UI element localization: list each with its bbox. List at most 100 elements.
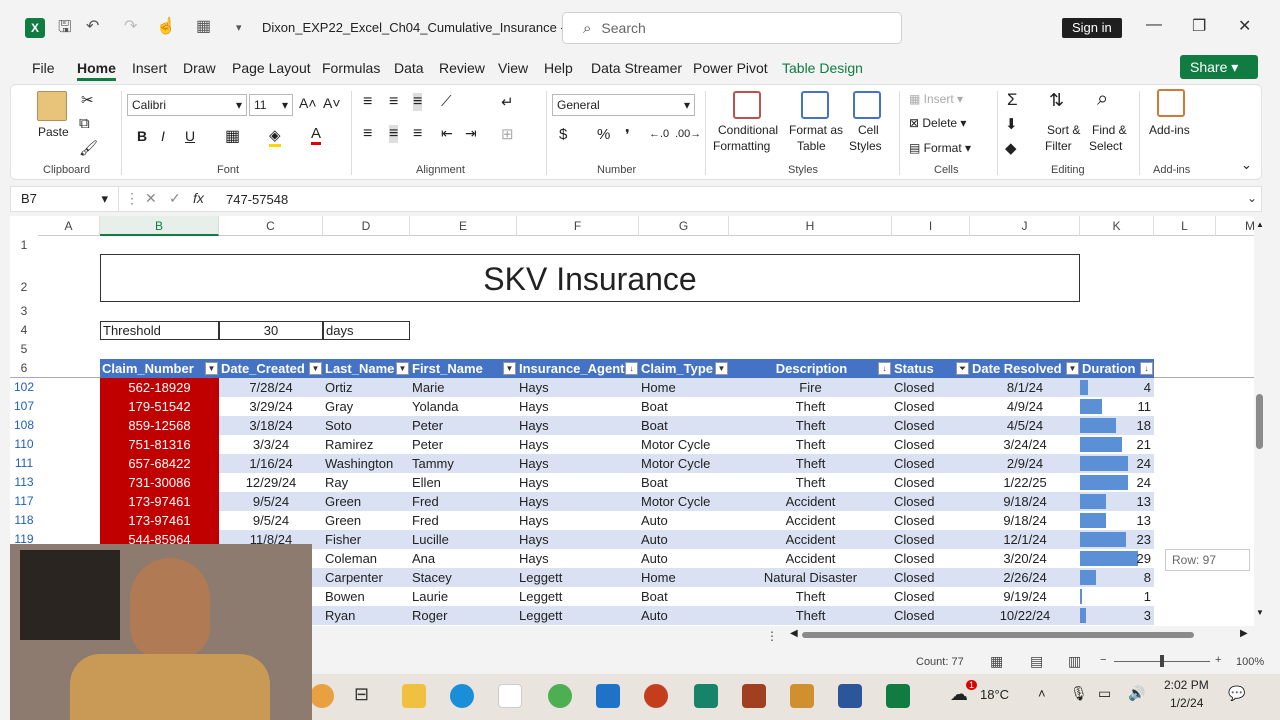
column-header-h[interactable]: H [729, 216, 892, 236]
align-middle-icon[interactable]: ≡ [389, 93, 398, 111]
cell-type[interactable]: Boat [639, 473, 729, 492]
cell-date[interactable]: 9/5/24 [219, 511, 323, 530]
copy-icon[interactable]: ⧉ [79, 115, 90, 132]
decrease-font-icon[interactable]: A˅ [323, 95, 341, 111]
store-icon[interactable] [498, 684, 522, 708]
row-header-5[interactable]: 5 [10, 340, 38, 359]
decrease-decimal-icon[interactable]: .00→ [675, 128, 701, 140]
share-button[interactable]: Share ▾ [1180, 55, 1258, 79]
zoom-slider-thumb[interactable] [1160, 655, 1164, 667]
increase-decimal-icon[interactable]: ←.0 [649, 128, 669, 140]
column-header-i[interactable]: I [892, 216, 970, 236]
delete-cells-button[interactable]: ⊠ Delete ▾ [909, 116, 966, 130]
sort-ascending-icon[interactable]: ↓ [878, 362, 891, 375]
tab-table-design[interactable]: Table Design [782, 60, 863, 76]
cell-agent[interactable]: Leggett [517, 568, 639, 587]
cell-type[interactable]: Auto [639, 606, 729, 625]
tab-insert[interactable]: Insert [132, 60, 167, 76]
header-claim-number[interactable]: Claim_Number ▼ [100, 359, 219, 378]
cell-first[interactable]: Peter [410, 435, 517, 454]
cell-desc[interactable]: Accident [729, 530, 892, 549]
cell-date[interactable]: 7/28/24 [219, 378, 323, 397]
tab-review[interactable]: Review [439, 60, 485, 76]
cell-type[interactable]: Auto [639, 530, 729, 549]
cell-resolved[interactable]: 3/24/24 [970, 435, 1080, 454]
cell-desc[interactable]: Theft [729, 416, 892, 435]
collapse-ribbon-icon[interactable]: ⌄ [1241, 157, 1252, 173]
cell-claim[interactable]: 859-12568 [100, 416, 219, 435]
notification-icon[interactable]: 💬 [1228, 685, 1245, 702]
cell-desc[interactable]: Natural Disaster [729, 568, 892, 587]
conditional-formatting-label-2[interactable]: Formatting [713, 139, 770, 153]
cell-first[interactable]: Stacey [410, 568, 517, 587]
borders-icon[interactable]: ▦ [225, 126, 240, 146]
tab-home[interactable]: Home [77, 60, 116, 81]
header-last-name[interactable]: Last_Name ▼ [323, 359, 410, 378]
font-color-icon[interactable]: A [311, 125, 322, 145]
column-header-g[interactable]: G [639, 216, 729, 236]
sheet-options-icon[interactable]: ⋮ [766, 629, 778, 643]
cell-claim[interactable]: 562-18929 [100, 378, 219, 397]
cell-type[interactable]: Motor Cycle [639, 492, 729, 511]
row-header[interactable]: 113 [10, 473, 38, 492]
cell-duration[interactable]: 3 [1080, 606, 1154, 625]
merge-center-icon[interactable]: ⊞ [501, 125, 514, 143]
search-box[interactable]: ⌕ Search [562, 12, 902, 44]
cell-status[interactable]: Closed [892, 435, 970, 454]
vertical-scroll-thumb[interactable] [1256, 394, 1263, 449]
cell-desc[interactable]: Theft [729, 606, 892, 625]
bold-icon[interactable]: B [137, 128, 147, 144]
restore-icon[interactable]: ❐ [1192, 16, 1206, 36]
format-cells-button[interactable]: ▤ Format ▾ [909, 141, 971, 155]
cell-last[interactable]: Ryan [323, 606, 410, 625]
sort-filter-label[interactable]: Sort & [1047, 123, 1080, 137]
camtasia-icon[interactable] [694, 684, 718, 708]
row-header[interactable]: 108 [10, 416, 38, 435]
insert-function-icon[interactable]: fx [193, 190, 204, 206]
filter-dropdown-icon[interactable]: ▼ [309, 362, 322, 375]
row-header-3[interactable]: 3 [10, 302, 38, 321]
cell-desc[interactable]: Theft [729, 435, 892, 454]
sort-filter-label-2[interactable]: Filter [1045, 139, 1072, 153]
cell-first[interactable]: Tammy [410, 454, 517, 473]
cell-first[interactable]: Roger [410, 606, 517, 625]
cell-last[interactable]: Ortiz [323, 378, 410, 397]
tab-file[interactable]: File [32, 60, 55, 76]
cell-type[interactable]: Boat [639, 397, 729, 416]
cell-last[interactable]: Carpenter [323, 568, 410, 587]
align-left-icon[interactable]: ≡ [363, 125, 372, 143]
cell-duration[interactable]: 1 [1080, 587, 1154, 606]
mail-icon[interactable] [596, 684, 620, 708]
find-select-label-2[interactable]: Select [1089, 139, 1122, 153]
sheet-title[interactable]: SKV Insurance [100, 254, 1080, 302]
filter-dropdown-icon[interactable]: ▼ [396, 362, 409, 375]
add-ins-button[interactable]: Add-ins [1149, 123, 1190, 137]
italic-icon[interactable]: I [161, 128, 165, 144]
clock-time[interactable]: 2:02 PM [1164, 678, 1209, 692]
percent-icon[interactable]: % [597, 126, 610, 143]
tab-view[interactable]: View [498, 60, 528, 76]
currency-icon[interactable]: $ [559, 126, 567, 143]
cell-duration[interactable]: 24 [1080, 454, 1154, 473]
file-explorer-icon[interactable] [402, 684, 426, 708]
customize-qat-icon[interactable]: ▾ [236, 21, 242, 34]
comma-style-icon[interactable]: ❜ [625, 126, 630, 144]
minimize-icon[interactable]: — [1146, 16, 1162, 34]
header-claim-type[interactable]: Claim_Type ▼ [639, 359, 729, 378]
cell-desc[interactable]: Theft [729, 473, 892, 492]
cell-type[interactable]: Auto [639, 549, 729, 568]
cell-desc[interactable]: Theft [729, 397, 892, 416]
zoom-in-icon[interactable]: + [1215, 654, 1221, 666]
cell-agent[interactable]: Hays [517, 492, 639, 511]
header-insurance-agent[interactable]: Insurance_Agent ↓ [517, 359, 639, 378]
cell-date[interactable]: 12/29/24 [219, 473, 323, 492]
cell-last[interactable]: Washington [323, 454, 410, 473]
mic-icon[interactable]: 🎙 [1070, 685, 1088, 702]
cell-status[interactable]: Closed [892, 378, 970, 397]
app-icon[interactable] [310, 684, 334, 708]
cell-claim[interactable]: 173-97461 [100, 511, 219, 530]
cell-type[interactable]: Auto [639, 511, 729, 530]
column-header-k[interactable]: K [1080, 216, 1154, 236]
cell-agent[interactable]: Hays [517, 454, 639, 473]
column-header-f[interactable]: F [517, 216, 639, 236]
